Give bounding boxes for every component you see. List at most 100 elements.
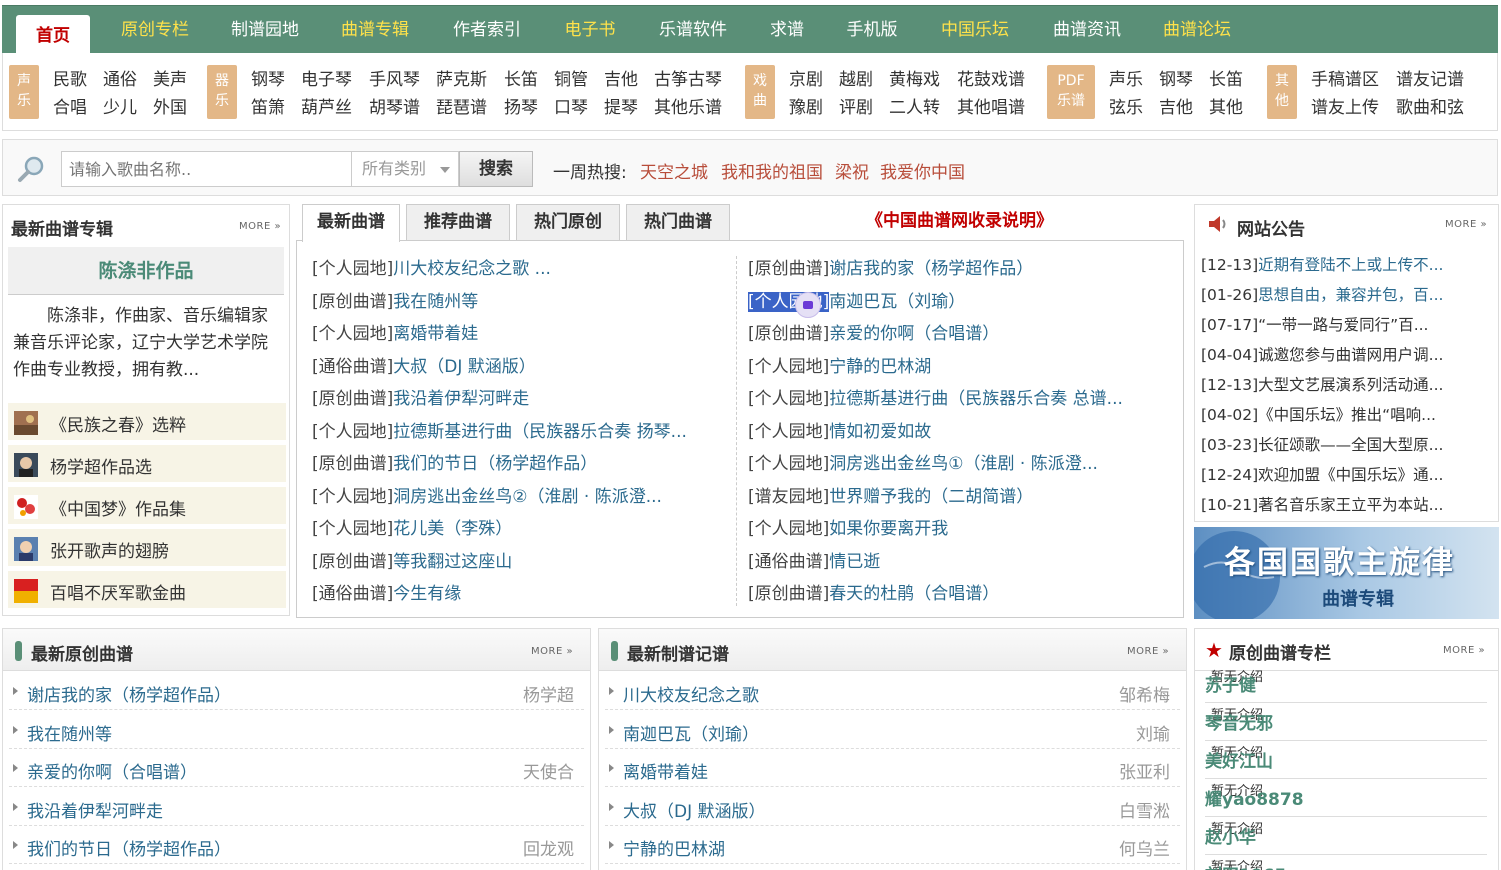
cat-link[interactable]: 手风琴	[369, 65, 420, 90]
search-button[interactable]: 搜索	[459, 151, 533, 187]
song-item[interactable]: [个人园地]离婚带着娃	[312, 319, 478, 344]
notice-item[interactable]: [04-02]《中国乐坛》推出“唱响...	[1201, 403, 1436, 425]
song-item[interactable]: [个人园地]南迦巴瓦（刘瑜）	[748, 287, 965, 312]
tab-hot-scores[interactable]: 热门曲谱	[626, 204, 730, 241]
nav-item-request[interactable]: 求谱	[760, 14, 814, 46]
cat-link[interactable]: 少儿	[103, 93, 137, 118]
cat-link[interactable]: 其他乐谱	[654, 93, 722, 118]
hot-search-link[interactable]: 我爱你中国	[880, 158, 965, 183]
cat-link[interactable]: 花鼓戏谱	[957, 65, 1025, 90]
cat-link[interactable]: 豫剧	[789, 93, 823, 118]
cat-link[interactable]: 古筝古琴	[654, 65, 722, 90]
song-item[interactable]: [原创曲谱]亲爱的你啊（合唱谱）	[748, 319, 999, 344]
notice-item[interactable]: [10-21]著名音乐家王立平为本站...	[1201, 493, 1443, 515]
cat-link[interactable]: 弦乐	[1109, 93, 1143, 118]
song-item[interactable]: [个人园地]如果你要离开我	[748, 514, 948, 539]
cat-link[interactable]: 其他	[1209, 93, 1243, 118]
cat-link[interactable]: 葫芦丝	[301, 93, 352, 118]
more-link[interactable]: MORE »	[1127, 646, 1169, 657]
notice-item[interactable]: [01-26]思想自由，兼容并包，百...	[1201, 283, 1443, 305]
cat-link[interactable]: 扬琴	[504, 93, 538, 118]
song-item[interactable]: [个人园地]情如初爱如故	[748, 417, 931, 442]
notice-item[interactable]: [12-24]欢迎加盟《中国乐坛》通...	[1201, 463, 1443, 485]
list-item[interactable]: 宁静的巴林湖 何乌兰	[605, 826, 1180, 864]
cat-link[interactable]: 笛箫	[251, 93, 285, 118]
featured-album-title[interactable]: 陈涤非作品	[8, 247, 284, 295]
more-link[interactable]: MORE »	[1445, 219, 1487, 230]
cat-link[interactable]: 谱友记谱	[1396, 65, 1464, 90]
column-author-item[interactable]: 琴音无邪 暂无介绍	[1205, 704, 1487, 741]
nav-item-software[interactable]: 乐谱软件	[648, 14, 738, 46]
cat-link[interactable]: 琵琶谱	[436, 93, 487, 118]
song-item[interactable]: [个人园地]花儿美（李殊）	[312, 514, 512, 539]
more-link[interactable]: MORE »	[239, 221, 281, 232]
notice-item[interactable]: [07-17]“一带一路与爱同行”百...	[1201, 313, 1428, 335]
cat-link[interactable]: 二人转	[889, 93, 940, 118]
more-link[interactable]: MORE »	[1443, 645, 1485, 656]
album-item[interactable]: 《中国梦》作品集	[8, 487, 286, 525]
cat-link[interactable]: 吉他	[604, 65, 638, 90]
nav-home[interactable]: 首页	[16, 15, 90, 55]
song-item[interactable]: [谱友园地]世界赠予我的（二胡简谱）	[748, 482, 1033, 507]
cat-link[interactable]: 吉他	[1159, 93, 1193, 118]
list-item[interactable]: 亲爱的你啊（合唱谱） 天使合	[9, 749, 584, 787]
nav-item-original[interactable]: 原创专栏	[110, 14, 200, 46]
song-item[interactable]: [个人园地]川大校友纪念之歌 ...	[312, 254, 551, 279]
album-item[interactable]: 百唱不厌军歌金曲	[8, 571, 286, 609]
more-link[interactable]: MORE »	[531, 646, 573, 657]
song-item[interactable]: [原创曲谱]春天的杜鹃（合唱谱）	[748, 579, 999, 604]
song-item[interactable]: [原创曲谱]我们的节日（杨学超作品）	[312, 449, 597, 474]
cat-link[interactable]: 口琴	[554, 93, 588, 118]
list-item[interactable]: 离婚带着娃 张亚利	[605, 749, 1180, 787]
song-item[interactable]: [原创曲谱]等我翻过这座山	[312, 547, 512, 572]
song-item[interactable]: [个人园地]洞房逃出金丝鸟②（淮剧 · 陈派澄...	[312, 482, 662, 507]
cat-link[interactable]: 黄梅戏	[889, 65, 940, 90]
cat-link[interactable]: 钢琴	[251, 65, 285, 90]
cat-link[interactable]: 电子琴	[301, 65, 352, 90]
song-item[interactable]: [个人园地]宁静的巴林湖	[748, 352, 931, 377]
cat-link[interactable]: 外国	[153, 93, 187, 118]
song-item[interactable]: [原创曲谱]我在随州等	[312, 287, 478, 312]
album-item[interactable]: 杨学超作品选	[8, 445, 286, 483]
cat-link[interactable]: 评剧	[839, 93, 873, 118]
nav-item-ebooks[interactable]: 电子书	[554, 14, 626, 46]
hot-search-link[interactable]: 梁祝	[835, 158, 869, 183]
cat-link[interactable]: 铜管	[554, 65, 588, 90]
notice-item[interactable]: [04-04]诚邀您参与曲谱网用户调...	[1201, 343, 1443, 365]
nav-item-mobile[interactable]: 手机版	[836, 14, 908, 46]
cat-link[interactable]: 合唱	[53, 93, 87, 118]
anthem-banner[interactable]: 各国国歌主旋律 曲谱专辑	[1194, 527, 1499, 619]
hot-search-link[interactable]: 我和我的祖国	[721, 158, 823, 183]
cat-link[interactable]: 歌曲和弦	[1396, 93, 1464, 118]
nav-item-scoring[interactable]: 制谱园地	[220, 14, 310, 46]
cat-link[interactable]: 提琴	[604, 93, 638, 118]
nav-item-news[interactable]: 曲谱资讯	[1042, 14, 1132, 46]
search-input[interactable]	[61, 151, 351, 187]
notice-item[interactable]: [12-13]大型文艺展演系列活动通...	[1201, 373, 1443, 395]
notice-item[interactable]: [12-13]近期有登陆不上或上传不...	[1201, 253, 1443, 275]
cat-link[interactable]: 民歌	[53, 65, 87, 90]
column-author-item[interactable]: 赵小华 暂无介绍	[1205, 818, 1487, 855]
cat-link[interactable]: 越剧	[839, 65, 873, 90]
song-item[interactable]: [个人园地]洞房逃出金丝鸟①（淮剧 · 陈派澄...	[748, 449, 1098, 474]
cat-link[interactable]: 萨克斯	[436, 65, 487, 90]
cat-link[interactable]: 通俗	[103, 65, 137, 90]
list-item[interactable]: 大叔（DJ 默涵版） 白雪淞	[605, 788, 1180, 826]
cat-link[interactable]: 声乐	[1109, 65, 1143, 90]
cat-link[interactable]: 长笛	[504, 65, 538, 90]
cat-link[interactable]: 手稿谱区	[1311, 65, 1379, 90]
column-author-item[interactable]: 刘田1965暂无介绍	[1205, 856, 1487, 870]
tab-latest[interactable]: 最新曲谱	[302, 204, 400, 242]
album-item[interactable]: 张开歌声的翅膀	[8, 529, 286, 567]
cat-link[interactable]: 钢琴	[1159, 65, 1193, 90]
notice-item[interactable]: [03-23]长征颂歌——全国大型原...	[1201, 433, 1443, 455]
column-author-item[interactable]: 苏子健 暂无介绍	[1205, 666, 1487, 703]
column-author-item[interactable]: 耀yao8878 暂无介绍	[1205, 780, 1487, 817]
cat-link[interactable]: 美声	[153, 65, 187, 90]
nav-item-music-forum[interactable]: 中国乐坛	[930, 14, 1020, 46]
album-item[interactable]: 《民族之春》选粹	[8, 403, 286, 441]
cat-link[interactable]: 胡琴谱	[369, 93, 420, 118]
song-item[interactable]: [个人园地]拉德斯基进行曲（民族器乐合奏 总谱...	[748, 384, 1123, 409]
song-item[interactable]: [个人园地]拉德斯基进行曲（民族器乐合奏 扬琴...	[312, 417, 687, 442]
tab-recommended[interactable]: 推荐曲谱	[406, 204, 510, 241]
